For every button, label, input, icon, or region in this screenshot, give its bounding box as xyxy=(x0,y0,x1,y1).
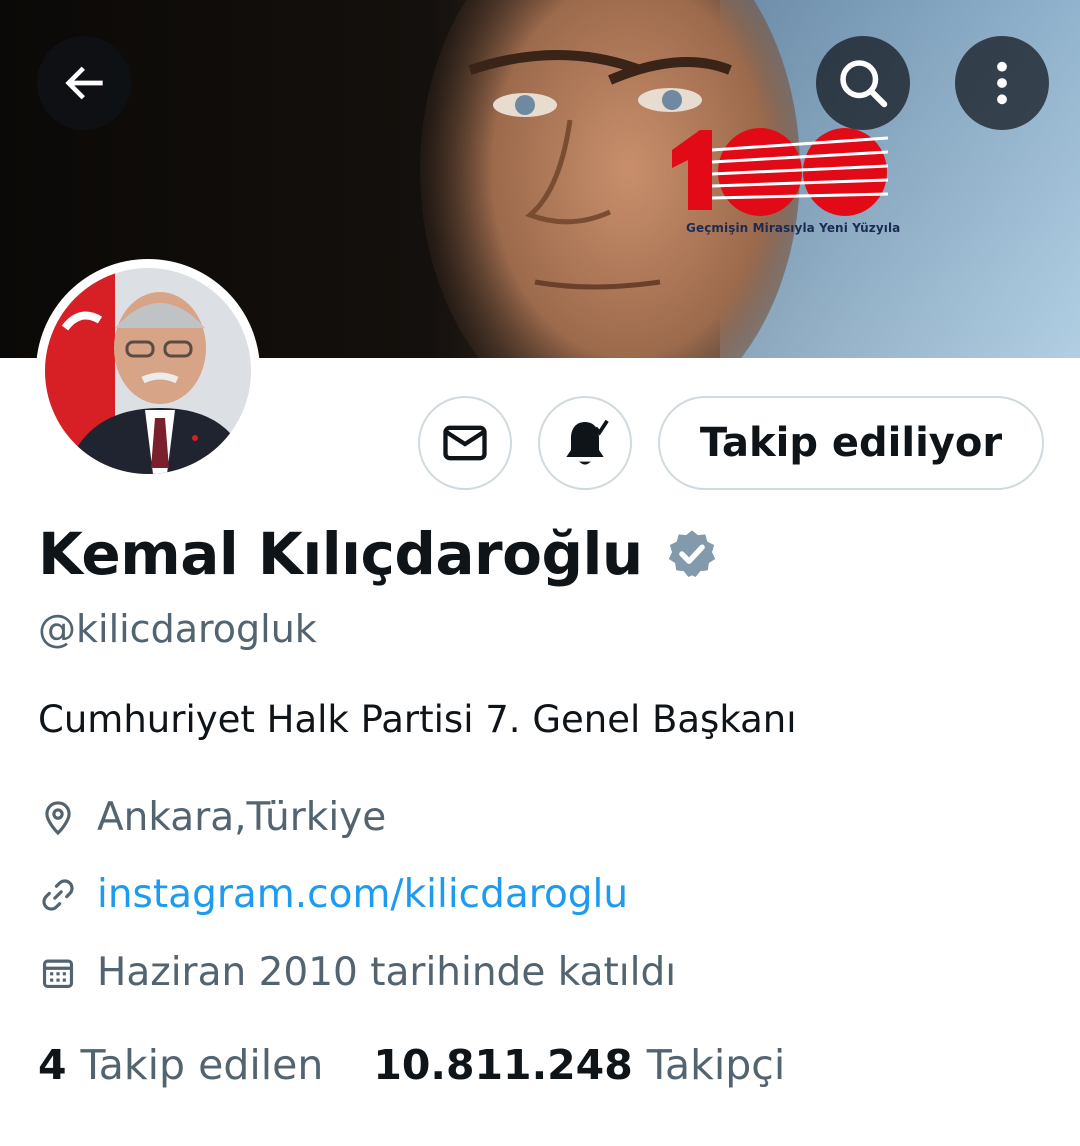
profile-avatar[interactable] xyxy=(36,259,260,483)
following-stat[interactable]: 4 Takip edilen xyxy=(38,1041,323,1089)
profile-bio: Cumhuriyet Halk Partisi 7. Genel Başkanı xyxy=(38,698,797,741)
arrow-left-icon xyxy=(65,66,103,100)
location-text: Ankara,Türkiye xyxy=(97,795,387,840)
following-button[interactable]: Takip ediliyor xyxy=(658,396,1044,490)
location-pin-icon xyxy=(38,798,78,838)
location-row: Ankara,Türkiye xyxy=(38,795,386,840)
back-button[interactable] xyxy=(37,36,131,130)
search-button[interactable] xyxy=(816,36,910,130)
website-link[interactable]: instagram.com/kilicdaroglu xyxy=(97,872,628,917)
envelope-icon xyxy=(443,425,487,461)
followers-stat[interactable]: 10.811.248 Takipçi xyxy=(373,1041,785,1089)
bell-check-icon xyxy=(566,419,609,465)
profile-stats: 4 Takip edilen 10.811.248 Takipçi xyxy=(38,1041,785,1089)
message-button[interactable] xyxy=(418,396,512,490)
profile-handle: @kilicdarogluk xyxy=(38,607,317,651)
verified-badge-icon[interactable] xyxy=(665,527,719,581)
more-vertical-icon xyxy=(997,61,1007,105)
following-label: Takip edilen xyxy=(80,1041,324,1089)
more-options-button[interactable] xyxy=(955,36,1049,130)
joined-row: Haziran 2010 tarihinde katıldı xyxy=(38,950,676,995)
profile-name: Kemal Kılıçdaroğlu xyxy=(38,520,643,588)
search-icon xyxy=(840,60,888,108)
followers-count: 10.811.248 xyxy=(373,1041,633,1089)
notifications-button[interactable] xyxy=(538,396,632,490)
calendar-icon xyxy=(38,953,78,993)
link-icon xyxy=(38,875,78,915)
banner-subtitle: Geçmişin Mirasıyla Yeni Yüzyıla xyxy=(686,221,901,235)
following-count: 4 xyxy=(38,1041,67,1089)
joined-date-text: Haziran 2010 tarihinde katıldı xyxy=(97,950,677,995)
followers-label: Takipçi xyxy=(646,1041,786,1089)
profile-name-row: Kemal Kılıçdaroğlu xyxy=(38,520,719,588)
avatar-photo xyxy=(45,268,251,474)
website-row[interactable]: instagram.com/kilicdaroglu xyxy=(38,872,628,917)
